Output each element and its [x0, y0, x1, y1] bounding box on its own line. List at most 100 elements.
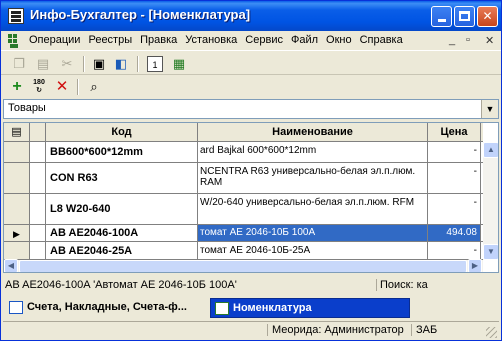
- child-restore-icon[interactable]: ▫: [466, 34, 470, 46]
- category-value: Товары: [8, 102, 46, 114]
- column-chooser-icon[interactable]: ▤: [4, 123, 30, 142]
- menu-bar: Операции Реестры Правка Установка Сервис…: [1, 31, 501, 51]
- row-indicator[interactable]: [4, 242, 30, 259]
- calendar-icon[interactable]: 1: [147, 56, 163, 72]
- tab-invoices[interactable]: Счета, Накладные, Счета-ф...: [5, 298, 209, 318]
- menu-setup[interactable]: Установка: [185, 34, 243, 46]
- toolbar-separator: [83, 56, 85, 72]
- preview-icon[interactable]: ◧: [113, 56, 129, 72]
- table-row[interactable]: CON R63 NCENTRA R63 универсально-белая э…: [4, 163, 483, 194]
- language-indicator: ЗАБ: [411, 324, 437, 336]
- toolbar-separator: [137, 56, 139, 72]
- scroll-down-icon[interactable]: ▼: [483, 244, 498, 260]
- cell-code: AB AE2046-25A: [46, 242, 198, 259]
- title-bar[interactable]: Инфо-Бухгалтер - [Номенклатура] ✕: [1, 1, 501, 31]
- scroll-left-icon[interactable]: ◀: [4, 259, 18, 272]
- window-tabs: Счета, Накладные, Счета-ф... Номенклатур…: [1, 297, 501, 319]
- toolbar-edit: ❐ ▤ ✂ ▣ ◧ 1 ▦: [1, 53, 501, 75]
- app-window: Инфо-Бухгалтер - [Номенклатура] ✕ Операц…: [0, 0, 502, 341]
- row-indicator[interactable]: [4, 142, 30, 162]
- table-row[interactable]: AB AE2046-25A томат АЕ 2046-10Б-25А -: [4, 242, 483, 260]
- user-status: Меорида: Администратор: [267, 324, 404, 336]
- cell-name: ard Bajkal 600*600*12mm: [198, 142, 428, 162]
- menu-help[interactable]: Справка: [360, 34, 409, 46]
- delete-icon[interactable]: ✕: [54, 79, 70, 95]
- invoice-window-icon: [9, 301, 23, 314]
- record-status-bar: AB AE2046-100A 'Автомат АЕ 2046-10Б 100А…: [3, 277, 499, 295]
- horizontal-scrollbar[interactable]: ◀ ▶: [4, 259, 483, 272]
- column-name[interactable]: Наименование: [198, 123, 428, 142]
- rotate-badge: 180: [33, 79, 45, 86]
- current-row-arrow-icon: ▶: [13, 229, 20, 239]
- menu-edit[interactable]: Правка: [140, 34, 183, 46]
- menu-file[interactable]: Файл: [291, 34, 324, 46]
- rotate-icon[interactable]: 180 ↻: [31, 79, 47, 95]
- window-title: Инфо-Бухгалтер - [Номенклатура]: [30, 7, 251, 22]
- minimize-button[interactable]: [431, 6, 452, 27]
- cell-price: -: [428, 242, 481, 259]
- cell-price: -: [428, 163, 481, 193]
- nomenclature-table: ▤ Код Наименование Цена BB600*600*12mm a…: [3, 122, 499, 273]
- cell-name: томат АЕ 2046-10Б-25А: [198, 242, 428, 259]
- chevron-down-icon[interactable]: ▼: [481, 100, 498, 118]
- scroll-up-icon[interactable]: ▲: [483, 142, 498, 158]
- close-button[interactable]: ✕: [477, 6, 498, 27]
- toolbar-separator: [77, 79, 79, 95]
- scroll-right-icon[interactable]: ▶: [468, 259, 482, 272]
- cell-name: W/20-640 универсально-белая эл.п.люм. RF…: [198, 194, 428, 224]
- cell-price: -: [428, 194, 481, 224]
- paste-icon[interactable]: ▤: [35, 56, 51, 72]
- app-icon: [8, 8, 24, 24]
- header-marker: [30, 123, 46, 142]
- row-marker: [30, 242, 46, 259]
- tab-nomenclature-label: Номенклатура: [233, 302, 312, 314]
- cell-code: L8 W20-640: [46, 194, 198, 224]
- row-marker: [30, 142, 46, 162]
- minimize-icon: [437, 19, 446, 22]
- row-marker: [30, 163, 46, 193]
- table-row-selected[interactable]: ▶ AB AE2046-100A томат АЕ 2046-10Б 100А …: [4, 225, 483, 242]
- cell-code: BB600*600*12mm: [46, 142, 198, 162]
- toolbar-records: + 180 ↻ ✕ ⌕: [1, 76, 501, 98]
- tab-nomenclature[interactable]: Номенклатура: [210, 298, 410, 318]
- cell-code: AB AE2046-100A: [46, 225, 198, 241]
- table-header: ▤ Код Наименование Цена: [4, 123, 483, 142]
- copy-icon[interactable]: ❐: [11, 56, 27, 72]
- horizontal-scroll-thumb[interactable]: [19, 260, 467, 272]
- cell-name: NCENTRA R63 универсально-белая эл.п.люм.…: [198, 163, 428, 193]
- document-icon[interactable]: [8, 34, 22, 48]
- find-icon[interactable]: ⌕: [86, 79, 102, 95]
- cut-icon[interactable]: ✂: [59, 56, 75, 72]
- menu-window[interactable]: Окно: [326, 34, 358, 46]
- maximize-button[interactable]: [454, 6, 475, 27]
- search-status: Поиск: ка: [376, 279, 428, 291]
- column-price[interactable]: Цена: [428, 123, 481, 142]
- resize-grip-icon[interactable]: [486, 327, 497, 338]
- column-code[interactable]: Код: [46, 123, 198, 142]
- row-indicator[interactable]: [4, 163, 30, 193]
- tab-invoices-label: Счета, Накладные, Счета-ф...: [27, 301, 187, 313]
- print-icon[interactable]: ▣: [91, 56, 107, 72]
- category-select[interactable]: Товары ▼: [3, 99, 499, 119]
- table-row[interactable]: BB600*600*12mm ard Bajkal 600*600*12mm -: [4, 142, 483, 163]
- current-record-text: AB AE2046-100A 'Автомат АЕ 2046-10Б 100А…: [5, 279, 237, 291]
- row-indicator[interactable]: ▶: [4, 225, 30, 241]
- calculator-icon[interactable]: ▦: [171, 56, 187, 72]
- row-marker: [30, 194, 46, 224]
- menu-registers[interactable]: Реестры: [88, 34, 138, 46]
- menu-service[interactable]: Сервис: [245, 34, 289, 46]
- cell-name: томат АЕ 2046-10Б 100А: [198, 225, 428, 241]
- child-close-icon[interactable]: ✕: [485, 34, 494, 47]
- cell-price: 494.08: [428, 225, 481, 241]
- table-row[interactable]: L8 W20-640 W/20-640 универсально-белая э…: [4, 194, 483, 225]
- close-icon: ✕: [482, 9, 493, 23]
- grid-window-icon: [215, 302, 229, 315]
- vertical-scrollbar[interactable]: ▲ ▼: [483, 142, 498, 260]
- cell-price: -: [428, 142, 481, 162]
- child-minimize-icon[interactable]: _: [449, 34, 455, 46]
- add-icon[interactable]: +: [9, 79, 25, 95]
- row-indicator[interactable]: [4, 194, 30, 224]
- menu-operations[interactable]: Операции: [29, 34, 86, 46]
- cell-code: CON R63: [46, 163, 198, 193]
- maximize-icon: [459, 11, 470, 21]
